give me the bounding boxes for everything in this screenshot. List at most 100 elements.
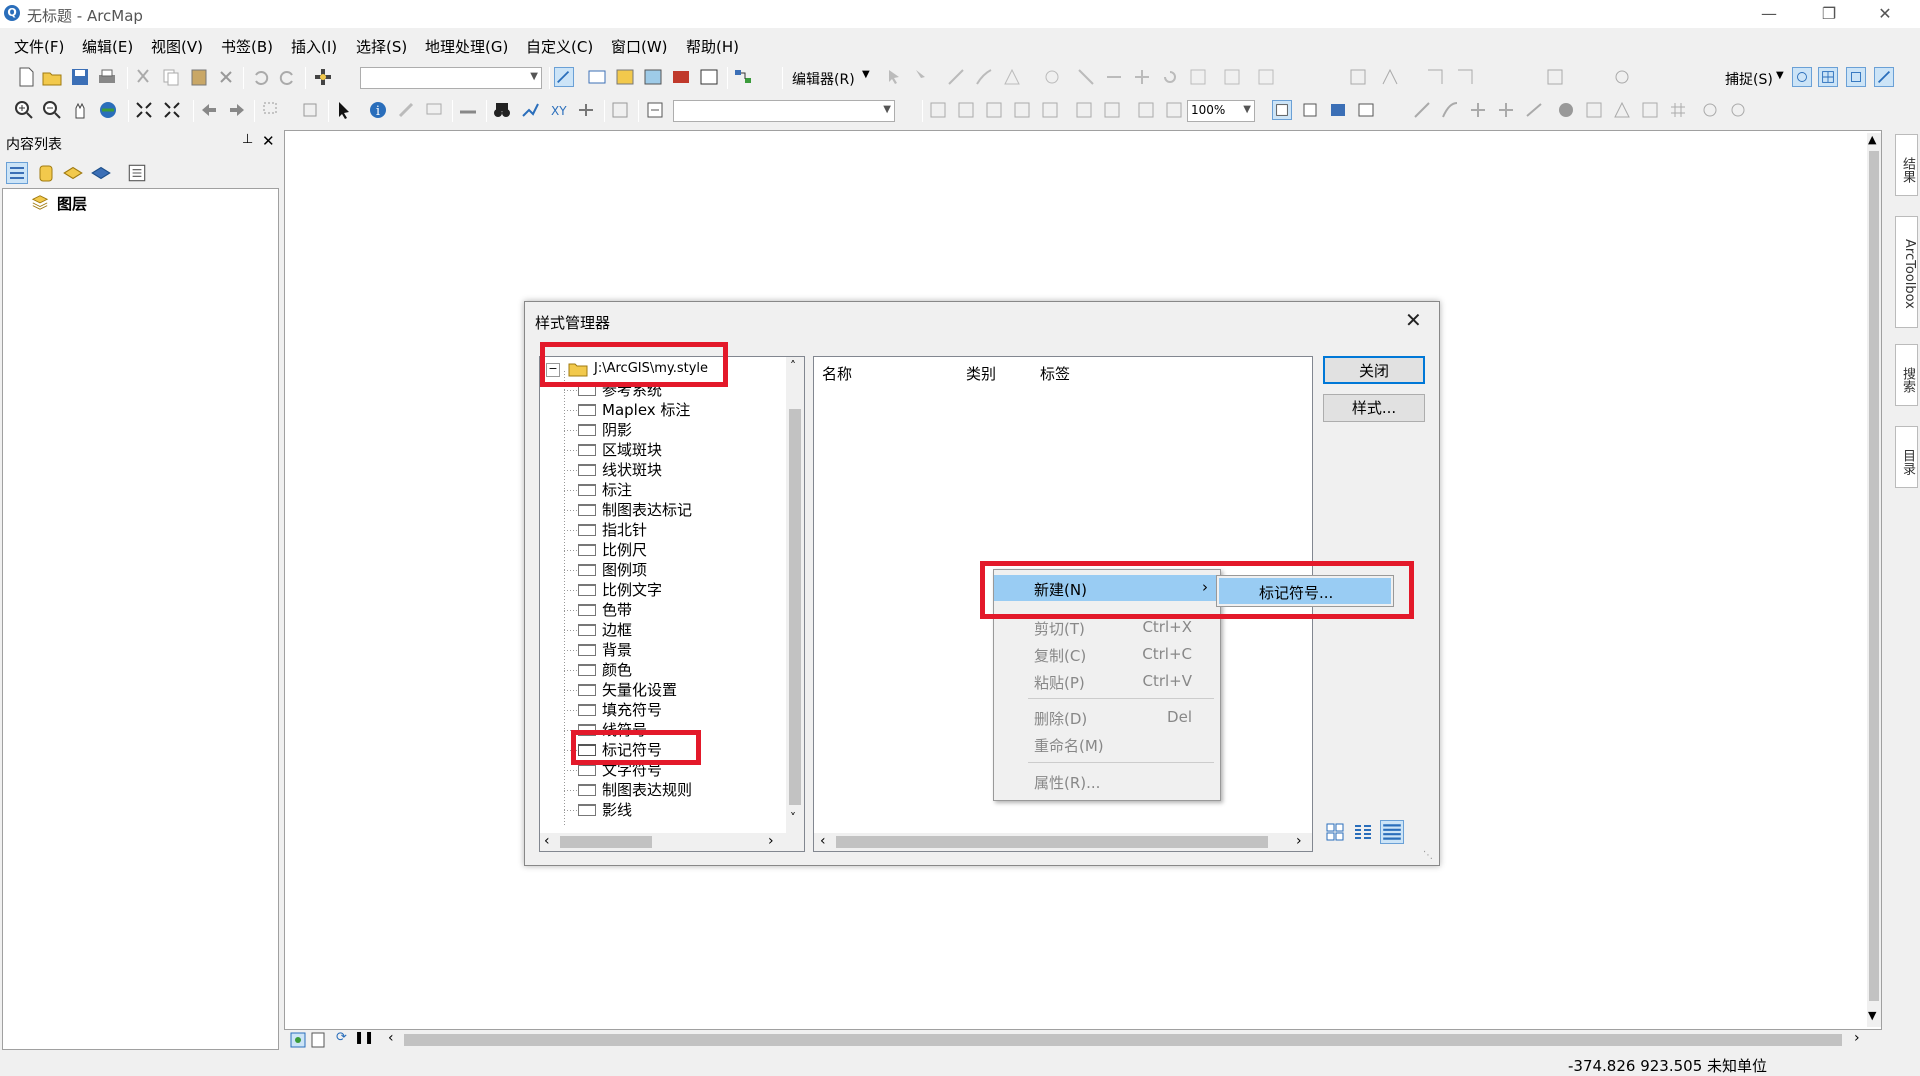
scroll-up-icon[interactable]: ▲ [1868, 133, 1876, 146]
styles-button[interactable]: 样式... [1323, 394, 1425, 422]
point-snap-icon[interactable] [1792, 67, 1812, 87]
arctoolbox-icon[interactable] [671, 67, 691, 87]
vertex-snap-icon[interactable] [1846, 67, 1866, 87]
resize-grip-icon[interactable]: ⋱ [1423, 850, 1433, 861]
html-popup-icon[interactable] [424, 100, 444, 120]
tree-item-legend-items[interactable]: 图例项 [578, 559, 647, 579]
advanced-edit-icon[interactable] [1425, 67, 1445, 87]
layers-root-label[interactable]: 图层 [57, 193, 87, 214]
dialog-close-icon[interactable]: ✕ [1405, 308, 1422, 332]
pause-drawing-icon[interactable]: ❚❚ [354, 1030, 374, 1044]
sphere-icon[interactable] [1556, 100, 1576, 120]
grid-icon[interactable] [1668, 100, 1688, 120]
tree-item-scale-texts[interactable]: 比例文字 [578, 579, 662, 599]
list-scroll-right-icon[interactable]: › [1296, 833, 1302, 849]
create-features-icon[interactable] [1256, 67, 1276, 87]
search-window-icon[interactable] [643, 67, 663, 87]
tin-icon[interactable] [1612, 100, 1632, 120]
dock-tab-results[interactable]: 结果 [1895, 134, 1918, 196]
tree-item-line-patches[interactable]: 线状斑块 [578, 459, 662, 479]
versioning-icon[interactable] [1612, 67, 1632, 87]
find-icon[interactable] [492, 100, 512, 120]
snapping-menu[interactable]: 捕捉(S) [1725, 69, 1773, 89]
topology-icon[interactable] [1380, 67, 1400, 87]
cut-polygon-icon[interactable] [1104, 67, 1124, 87]
layout-view-icon[interactable] [310, 1032, 326, 1048]
find-route-icon[interactable] [520, 100, 540, 120]
feature-cache-icon[interactable] [1584, 100, 1604, 120]
menu-edit[interactable]: 编辑(E) [82, 36, 133, 57]
menu-paste[interactable]: 粘贴(P) Ctrl+V [994, 668, 1220, 694]
tree-item-hatches[interactable]: 影线 [578, 799, 632, 819]
focus-data-frame-icon[interactable] [1300, 100, 1320, 120]
tree-item-maplex-labels[interactable]: Maplex 标注 [578, 399, 690, 419]
curve-icon[interactable] [1440, 100, 1460, 120]
list-by-source-icon[interactable] [36, 162, 56, 184]
clear-selection-icon[interactable] [300, 100, 320, 120]
open-folder-icon[interactable] [42, 67, 62, 87]
tree-item-borders[interactable]: 边框 [578, 619, 632, 639]
change-layout-icon[interactable] [1328, 100, 1348, 120]
map-vertical-scrollbar[interactable]: ▲ ▼ [1867, 133, 1881, 1027]
print-icon[interactable] [97, 67, 117, 87]
close-window-button[interactable]: ✕ [1862, 0, 1908, 28]
scroll-down-icon[interactable]: ▼ [1868, 1009, 1876, 1022]
table-window-icon[interactable] [587, 67, 607, 87]
tree-item-shadows[interactable]: 阴影 [578, 419, 632, 439]
select-elements-icon[interactable] [334, 100, 354, 120]
menu-copy[interactable]: 复制(C) Ctrl+C [994, 641, 1220, 667]
menu-view[interactable]: 视图(V) [151, 36, 203, 57]
tree-hscroll-thumb[interactable] [560, 836, 652, 848]
menu-rename[interactable]: 重命名(M) [994, 731, 1220, 757]
tree-scroll-down-icon[interactable]: ˅ [790, 811, 796, 825]
copy-icon[interactable] [161, 67, 181, 87]
redo-icon[interactable] [278, 67, 298, 87]
layout-fixed-zoom-in-icon[interactable] [1074, 100, 1094, 120]
straight-segment-icon[interactable] [946, 67, 966, 87]
create-viewer-icon[interactable] [610, 100, 630, 120]
tree-item-representation-markers[interactable]: 制图表达标记 [578, 499, 692, 519]
symbol-icon[interactable] [1700, 100, 1720, 120]
raster-icon[interactable] [1640, 100, 1660, 120]
layout-zoom-in-icon[interactable] [928, 100, 948, 120]
tree-vscroll-thumb[interactable] [789, 409, 801, 805]
layout-tools-icon[interactable] [1545, 67, 1565, 87]
edit-tool-icon[interactable] [884, 67, 904, 87]
zoom-in-icon[interactable] [14, 100, 34, 120]
column-header-name[interactable]: 名称 [822, 363, 852, 384]
spatial-adjust-icon[interactable] [1455, 67, 1475, 87]
layout-fixed-zoom-out-icon[interactable] [1102, 100, 1122, 120]
zoom-out-icon[interactable] [42, 100, 62, 120]
column-header-tags[interactable]: 标签 [1040, 363, 1070, 384]
layer-combo[interactable]: ▼ [673, 100, 895, 122]
menu-customize[interactable]: 自定义(C) [526, 36, 593, 57]
go-to-xy-icon[interactable]: XY [548, 100, 568, 120]
catalog-window-icon[interactable] [615, 67, 635, 87]
tree-scroll-right-icon[interactable]: › [768, 833, 774, 849]
attributes-icon[interactable] [1188, 67, 1208, 87]
menu-bookmarks[interactable]: 书签(B) [221, 36, 273, 57]
menu-help[interactable]: 帮助(H) [686, 36, 739, 57]
list-by-selection-icon[interactable] [90, 162, 112, 184]
georeferencing-icon[interactable] [1348, 67, 1368, 87]
menu-file[interactable]: 文件(F) [14, 36, 64, 57]
tree-scroll-up-icon[interactable]: ˄ [790, 359, 796, 373]
tree-item-vectorization-settings[interactable]: 矢量化设置 [578, 679, 677, 699]
editor-menu[interactable]: 编辑器(R) [792, 69, 855, 89]
list-by-drawing-order-icon[interactable] [6, 162, 28, 184]
list-view-icon[interactable] [1353, 822, 1373, 842]
menu-window[interactable]: 窗口(W) [611, 36, 668, 57]
zoom-percent-combo[interactable]: 100% ▼ [1187, 100, 1255, 122]
dock-tab-search[interactable]: 搜索 [1895, 344, 1918, 406]
toc-options-icon[interactable] [126, 162, 148, 184]
layout-back-icon[interactable] [1136, 100, 1156, 120]
hscroll-right-icon[interactable]: › [1854, 1030, 1860, 1046]
undo-icon[interactable] [250, 67, 270, 87]
menu-insert[interactable]: 插入(I) [291, 36, 337, 57]
tree-horizontal-scrollbar[interactable]: ‹ › [540, 833, 804, 851]
menu-properties[interactable]: 属性(R)... [994, 768, 1220, 794]
dock-tab-catalog[interactable]: 目录 [1895, 426, 1918, 488]
layout-forward-icon[interactable] [1164, 100, 1184, 120]
menu-selection[interactable]: 选择(S) [356, 36, 407, 57]
tree-item-fill-symbols[interactable]: 填充符号 [578, 699, 662, 719]
